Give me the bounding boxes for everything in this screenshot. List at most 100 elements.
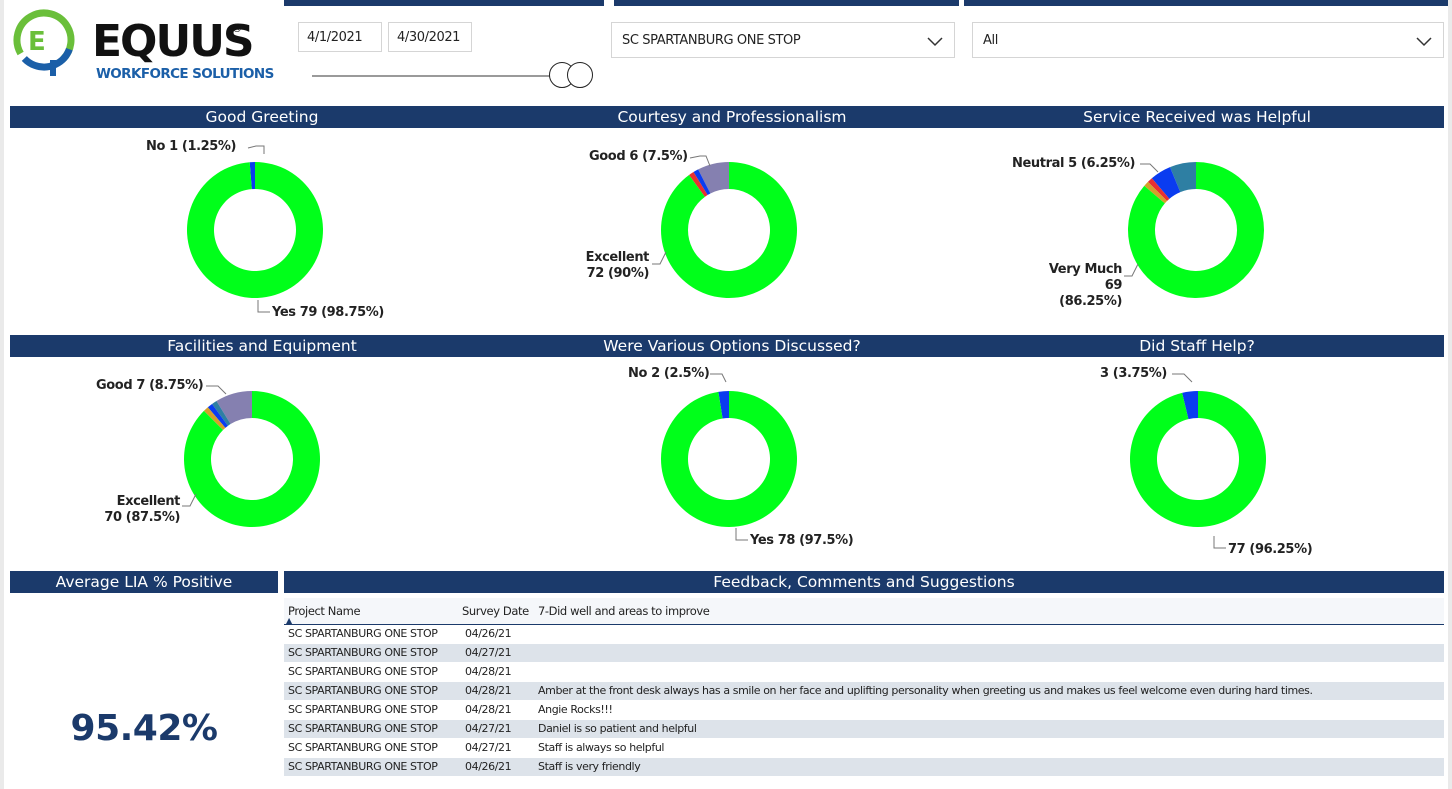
data-label-neutral: Neutral 5 (6.25%) [1012,156,1136,171]
table-row[interactable]: SC SPARTANBURG ONE STOP 04/27/21 [284,644,1444,663]
equus-logo-mark: E EQUUS ® WORKFORCE SOLUTIONS [13,9,274,82]
end-date-input[interactable]: 4/30/2021 [388,22,472,52]
column-header-comments[interactable]: 7-Did well and areas to improve [538,604,710,618]
leader-line [689,155,711,167]
cell-survey-date: 04/26/21 [465,760,512,773]
leader-line [710,373,727,383]
leader-line [257,300,270,313]
cell-survey-date: 04/26/21 [465,627,512,640]
cell-project-name: SC SPARTANBURG ONE STOP [288,684,438,697]
chart-title-good-greeting: Good Greeting [205,108,319,126]
donut-chart-options-discussed[interactable] [659,379,799,539]
cell-comment: Amber at the front desk always has a smi… [538,684,1313,697]
donut-slice-yes[interactable] [187,162,323,298]
cell-comment: Daniel is so patient and helpful [538,722,697,735]
filter-dropdown[interactable]: All [972,22,1444,58]
leader-line [1140,163,1159,173]
leader-line [1172,373,1193,383]
cell-project-name: SC SPARTANBURG ONE STOP [288,741,438,754]
donut-slice-slice[interactable] [1130,391,1266,527]
chart-title-options-discussed: Were Various Options Discussed? [603,337,861,355]
column-header-survey-date[interactable]: Survey Date [462,604,529,618]
data-label-small-slice: 3 (3.75%) [1100,366,1167,381]
donut-slice-yes[interactable] [661,391,797,527]
sort-ascending-icon[interactable]: ▲ [286,616,292,625]
chevron-down-icon [927,37,943,47]
table-row[interactable]: SC SPARTANBURG ONE STOP 04/28/21 Amber at … [284,682,1444,701]
table-row[interactable]: SC SPARTANBURG ONE STOP 04/27/21 Staff is … [284,739,1444,758]
cell-project-name: SC SPARTANBURG ONE STOP [288,703,438,716]
cell-project-name: SC SPARTANBURG ONE STOP [288,760,438,773]
chevron-down-icon [1416,37,1432,47]
cell-project-name: SC SPARTANBURG ONE STOP [288,665,438,678]
svg-text:®: ® [232,24,242,35]
cell-comment: Angie Rocks!!! [538,703,613,716]
leader-line [206,385,227,395]
logo-mark-letter-e: E [28,27,46,57]
donut-chart-good-greeting[interactable] [185,150,325,310]
data-label-large-slice: 77 (96.25%) [1228,542,1313,557]
table-row[interactable]: SC SPARTANBURG ONE STOP 04/26/21 [284,625,1444,644]
column-header-project-name[interactable]: Project Name [288,604,361,618]
donut-chart-facilities[interactable] [182,379,322,539]
chart-title-courtesy: Courtesy and Professionalism [617,108,847,126]
data-label-good: Good 7 (8.75%) [96,378,204,393]
cell-project-name: SC SPARTANBURG ONE STOP [288,646,438,659]
location-dropdown[interactable]: SC SPARTANBURG ONE STOP [611,22,955,58]
dashboard-canvas: E EQUUS ® WORKFORCE SOLUTIONS 4/1/2021 4… [4,0,1448,789]
donut-slice-excellent[interactable] [661,162,797,298]
kpi-title: Average LIA % Positive [10,571,278,593]
leader-line [1213,536,1226,549]
cell-comment: Staff is very friendly [538,760,641,773]
table-row[interactable]: SC SPARTANBURG ONE STOP 04/28/21 [284,663,1444,682]
table-row[interactable]: SC SPARTANBURG ONE STOP 04/26/21 Staff is … [284,758,1444,777]
start-date-input[interactable]: 4/1/2021 [298,22,382,52]
cell-survey-date: 04/27/21 [465,741,512,754]
data-label-good: Good 6 (7.5%) [589,149,688,164]
kpi-value: 95.42% [70,708,218,749]
table-header-row: Project Name ▲ Survey Date 7-Did well an… [284,598,1444,625]
chart-title-service-helpful: Service Received was Helpful [1083,108,1311,126]
cell-survey-date: 04/28/21 [465,665,512,678]
filter-dropdown-value: All [983,33,998,48]
leader-line [735,528,748,541]
data-label-excellent: Excellent 70 (87.5%) [104,494,180,525]
equus-logo: E EQUUS ® WORKFORCE SOLUTIONS [10,8,280,88]
logo-wordmark: EQUUS [92,16,253,67]
data-label-no: No 2 (2.5%) [628,366,710,381]
leader-line [182,493,197,507]
donut-slice-excellent[interactable] [184,391,320,527]
leader-line [247,145,265,154]
feedback-table: Project Name ▲ Survey Date 7-Did well an… [284,598,1444,777]
donut-chart-staff-help[interactable] [1128,379,1268,539]
chart-title-facilities: Facilities and Equipment [167,337,357,355]
location-slicer-header [614,0,959,6]
cell-comment: Staff is always so helpful [538,741,665,754]
data-label-yes: Yes 79 (98.75%) [272,305,384,320]
cell-survey-date: 04/28/21 [465,684,512,697]
table-row[interactable]: SC SPARTANBURG ONE STOP 04/28/21 Angie Roc… [284,701,1444,720]
logo-tagline: WORKFORCE SOLUTIONS [96,66,274,82]
date-slicer-header [284,0,604,6]
cell-survey-date: 04/27/21 [465,646,512,659]
donut-chart-courtesy[interactable] [659,150,799,310]
location-dropdown-value: SC SPARTANBURG ONE STOP [622,33,801,48]
data-label-no: No 1 (1.25%) [146,139,237,154]
feedback-title-text: Feedback, Comments and Suggestions [713,573,1015,591]
cell-project-name: SC SPARTANBURG ONE STOP [288,627,438,640]
date-slider-end-handle[interactable] [567,62,593,88]
date-range-slider-track[interactable] [312,75,562,77]
data-label-very-much: Very Much 69 (86.25%) [1048,262,1123,309]
chart-title-staff-help: Did Staff Help? [1139,337,1255,355]
cell-survey-date: 04/28/21 [465,703,512,716]
cell-project-name: SC SPARTANBURG ONE STOP [288,722,438,735]
table-row[interactable]: SC SPARTANBURG ONE STOP 04/27/21 Daniel is… [284,720,1444,739]
leader-line [1124,263,1139,277]
leader-line [652,251,667,265]
table-body: SC SPARTANBURG ONE STOP 04/26/21 SC SPARTA… [284,625,1444,777]
data-label-excellent: Excellent 72 (90%) [585,250,650,281]
filter-slicer-header [964,0,1448,6]
cell-survey-date: 04/27/21 [465,722,512,735]
data-label-yes: Yes 78 (97.5%) [750,533,854,548]
feedback-title: Feedback, Comments and Suggestions [284,571,1444,593]
